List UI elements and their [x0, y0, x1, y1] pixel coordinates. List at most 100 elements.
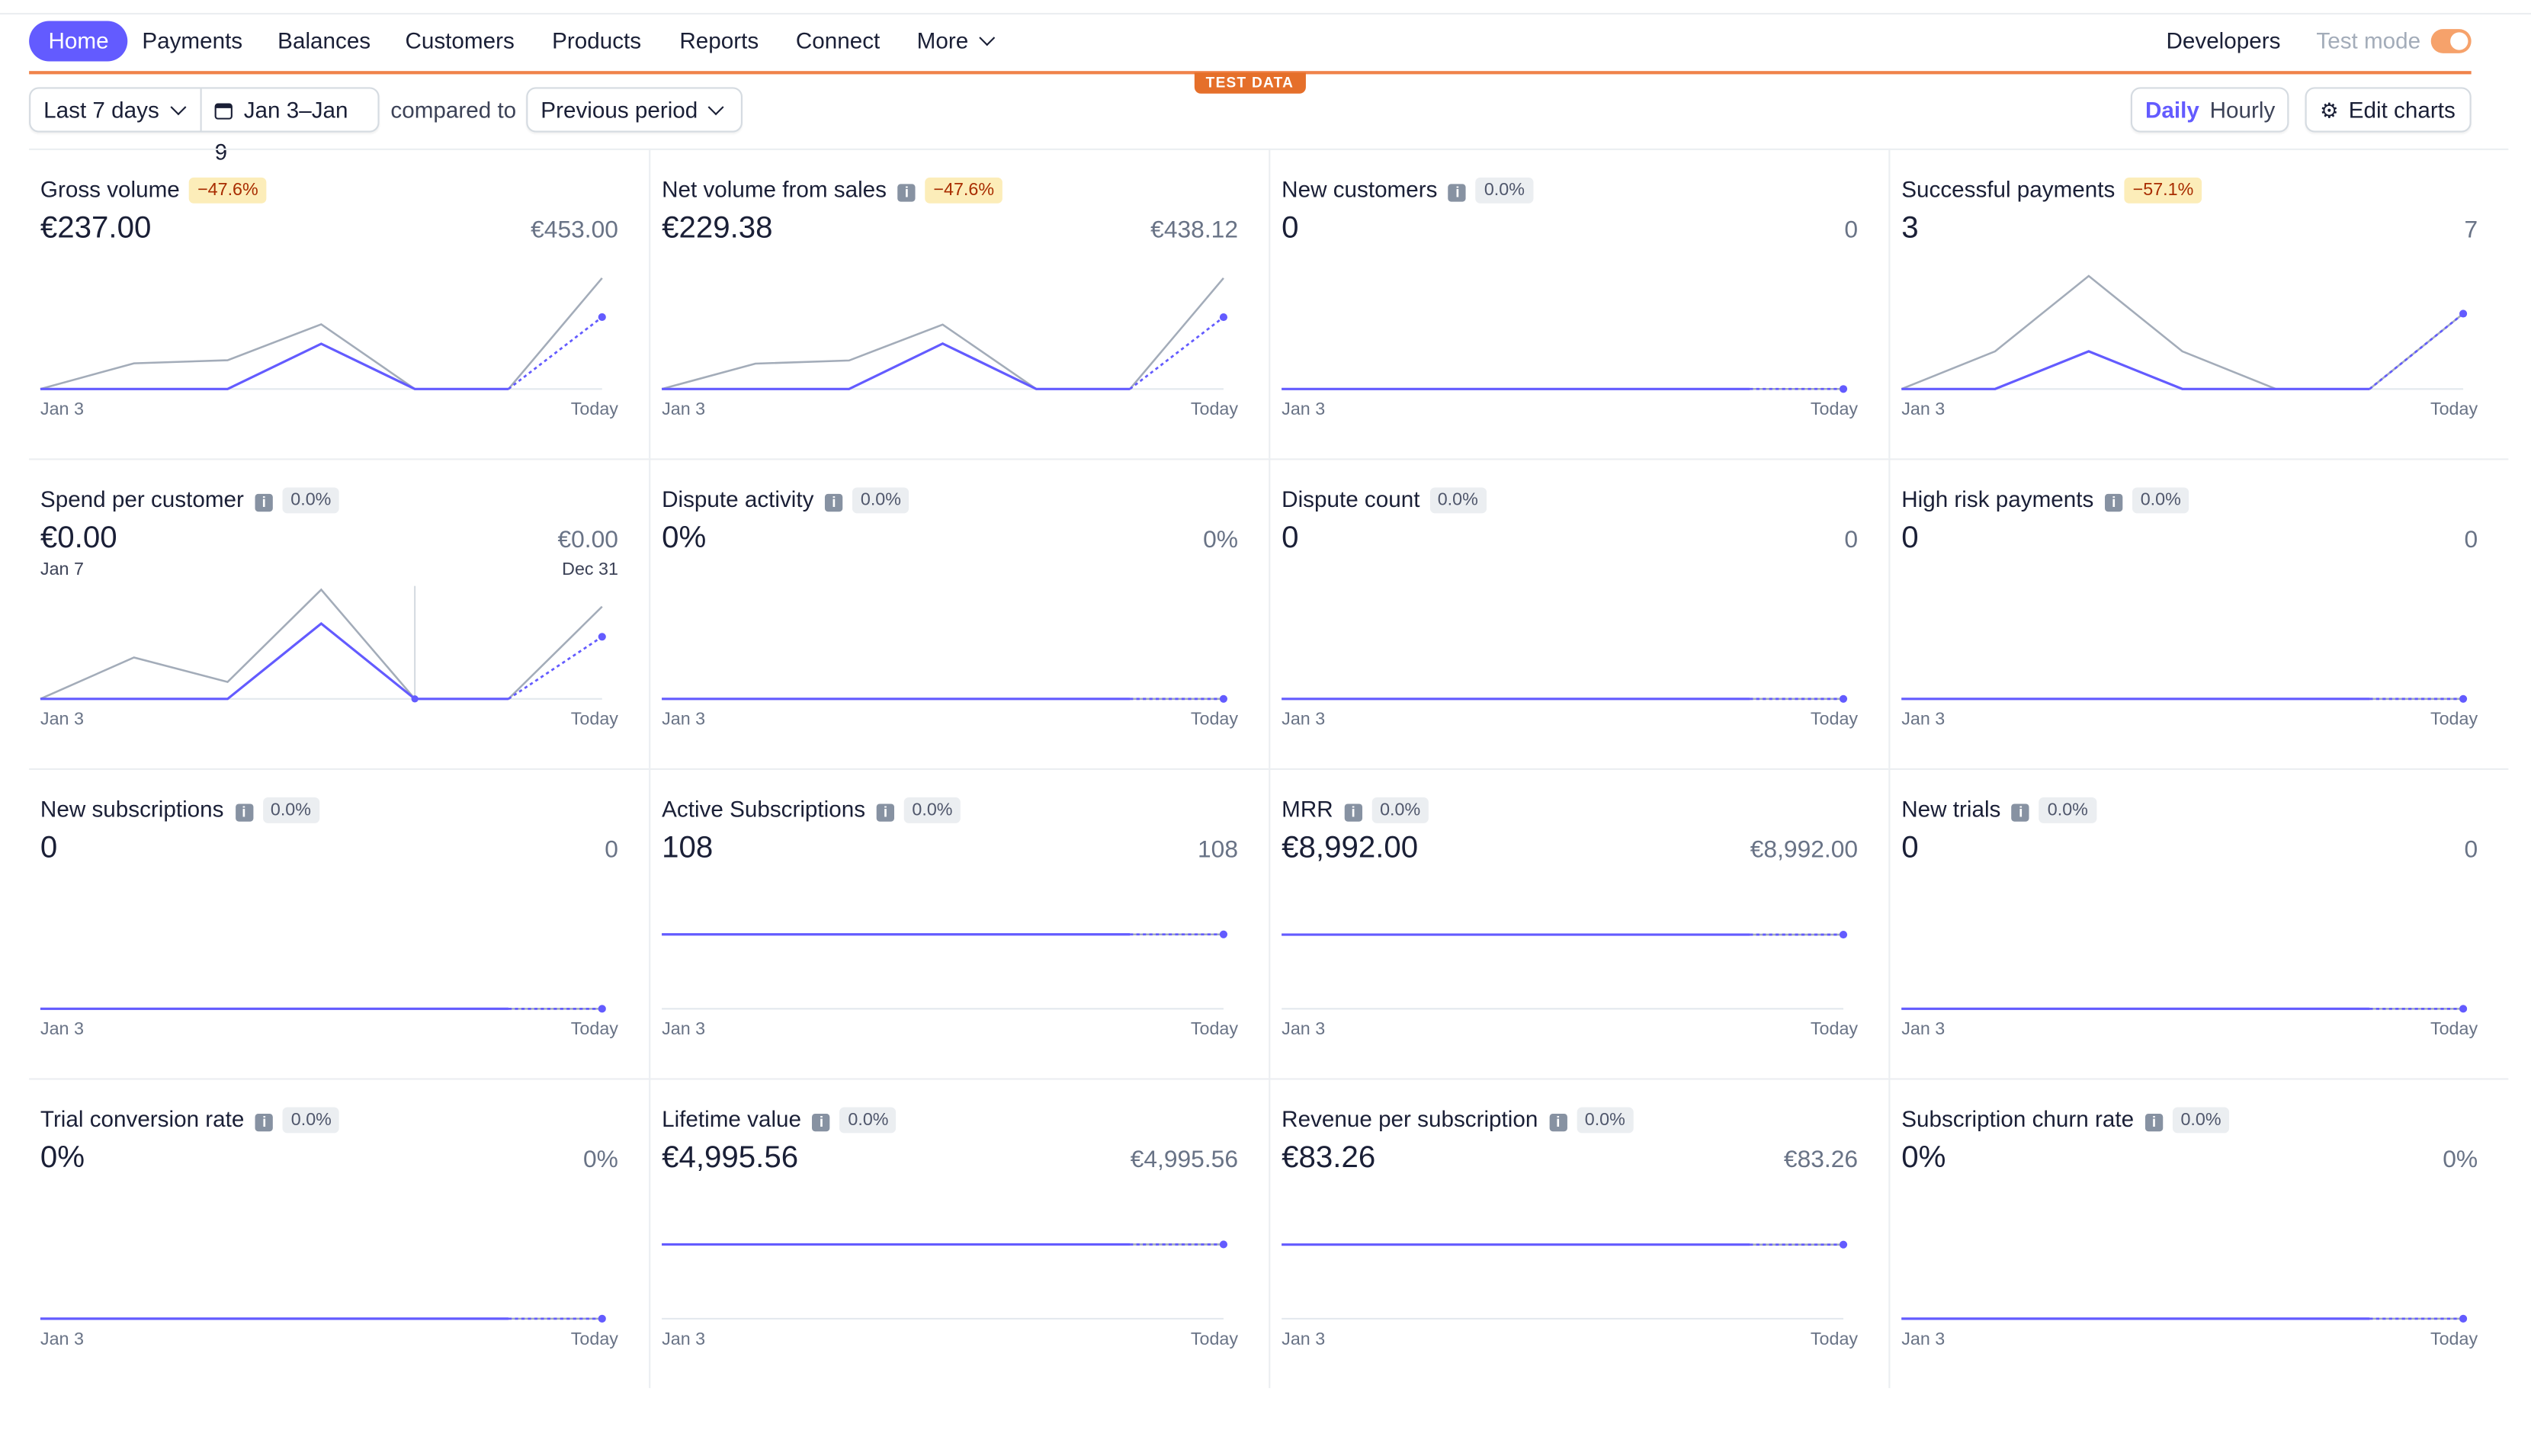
card-title: Lifetime value i 0.0% — [662, 1105, 897, 1134]
metric-card-new-trials[interactable]: New trials i 0.0% 0 0 Jan 3 Today — [1888, 768, 2509, 1079]
line-chart[interactable] — [1282, 1193, 1848, 1335]
info-icon[interactable]: i — [812, 1113, 831, 1132]
change-badge: 0.0% — [2172, 1107, 2230, 1134]
x-axis-end-label: Today — [2430, 1020, 2478, 1040]
line-chart[interactable] — [1901, 263, 2468, 405]
line-chart[interactable] — [1901, 573, 2468, 715]
test-mode-toggle[interactable] — [2430, 29, 2472, 53]
nav-balances[interactable]: Balances — [277, 21, 371, 62]
metric-card-trial-conversion-rate[interactable]: Trial conversion rate i 0.0% 0% 0% Jan 3 Today — [29, 1078, 650, 1388]
nav-customers[interactable]: Customers — [405, 21, 514, 62]
previous-period-line — [1901, 274, 2464, 390]
card-title: Revenue per subscription i 0.0% — [1282, 1105, 1634, 1134]
line-chart[interactable] — [662, 1193, 1228, 1335]
range-select[interactable]: Last 7 days — [30, 88, 196, 130]
nav-home[interactable]: Home — [29, 21, 129, 62]
info-icon[interactable]: i — [897, 184, 916, 202]
nav-more[interactable]: More — [917, 21, 996, 62]
hourly-option[interactable]: Hourly — [2197, 88, 2289, 130]
top-nav: Home Payments Balances Customers Product… — [29, 21, 2472, 75]
edit-charts-button[interactable]: ⚙ Edit charts — [2305, 87, 2472, 133]
line-chart[interactable] — [1282, 573, 1848, 715]
x-axis-end-label: Today — [1810, 1020, 1859, 1040]
metric-card-dispute-activity[interactable]: Dispute activity i 0.0% 0% 0% Jan 3 Today — [649, 458, 1269, 768]
info-icon[interactable]: i — [1549, 1113, 1567, 1132]
line-chart[interactable] — [1901, 883, 2468, 1025]
metric-card-lifetime-value[interactable]: Lifetime value i 0.0% €4,995.56 €4,995.56 Jan… — [649, 1078, 1269, 1388]
line-chart[interactable] — [40, 263, 606, 405]
change-badge: 0.0% — [2132, 487, 2189, 514]
x-axis-start-label: Jan 3 — [662, 1329, 706, 1350]
line-chart[interactable] — [1282, 263, 1848, 405]
edit-charts-label: Edit charts — [2348, 97, 2456, 123]
previous-period-line — [661, 277, 1224, 390]
info-icon[interactable]: i — [1448, 184, 1467, 202]
nav-connect[interactable]: Connect — [796, 21, 880, 62]
metric-card-gross-volume[interactable]: Gross volume −47.6% €237.00 €453.00 Jan 3 Tod… — [29, 148, 650, 459]
x-axis-start-label: Jan 3 — [1901, 1020, 1946, 1040]
current-period-partial-line — [508, 316, 603, 390]
current-period-line — [662, 342, 1131, 390]
chevron-down-icon — [169, 99, 186, 116]
current-period-point — [598, 1005, 606, 1013]
card-title-text: Net volume from sales — [662, 175, 887, 202]
info-icon[interactable]: i — [825, 493, 843, 512]
card-title-text: Dispute activity — [662, 486, 814, 512]
date-picker[interactable]: Jan 3–Jan 9 — [200, 88, 378, 165]
x-axis-end-label: Today — [2430, 400, 2478, 420]
metric-card-dispute-count[interactable]: Dispute count 0.0% 0 0 Jan 3 Today — [1269, 458, 1889, 768]
line-chart[interactable] — [1901, 1193, 2468, 1335]
line-chart[interactable] — [661, 263, 1228, 405]
card-title: New customers i 0.0% — [1282, 176, 1533, 204]
comparison-select[interactable]: Previous period — [526, 87, 743, 133]
metric-card-spend-per-customer[interactable]: Spend per customer i 0.0% €0.00 €0.00 Jan 7 De… — [29, 458, 650, 768]
x-axis-start-label: Jan 3 — [40, 1020, 84, 1040]
metric-card-successful-payments[interactable]: Successful payments −57.1% 3 7 Jan 3 Today — [1888, 148, 2509, 459]
top-border — [0, 0, 2531, 15]
card-title: Dispute activity i 0.0% — [662, 486, 909, 514]
line-chart[interactable] — [40, 573, 606, 715]
info-icon[interactable]: i — [2012, 803, 2030, 822]
metric-card-active-subscriptions[interactable]: Active Subscriptions i 0.0% 108 108 Jan 3 Toda… — [649, 768, 1269, 1079]
date-range-control: Last 7 days Jan 3–Jan 9 — [29, 87, 380, 165]
current-period-point — [1839, 930, 1848, 939]
current-value: €4,995.56 — [662, 1140, 799, 1175]
metric-card-high-risk-payments[interactable]: High risk payments i 0.0% 0 0 Jan 3 Today — [1888, 458, 2509, 768]
info-icon[interactable]: i — [255, 1113, 274, 1132]
change-badge: 0.0% — [903, 797, 961, 823]
nav-payments[interactable]: Payments — [142, 21, 242, 62]
metric-card-new-customers[interactable]: New customers i 0.0% 0 0 Jan 3 Today — [1269, 148, 1889, 459]
card-title-text: Lifetime value — [662, 1105, 802, 1132]
metric-card-revenue-per-subscription[interactable]: Revenue per subscription i 0.0% €83.26 €83.2… — [1269, 1078, 1889, 1388]
metric-card-net-volume-from-sales[interactable]: Net volume from sales i −47.6% €229.38 €438.… — [649, 148, 1269, 459]
metric-card-subscription-churn-rate[interactable]: Subscription churn rate i 0.0% 0% 0% Jan 3 Tod… — [1888, 1078, 2509, 1388]
metric-card-mrr[interactable]: MRR i 0.0% €8,992.00 €8,992.00 Jan 3 Today — [1269, 768, 1889, 1079]
line-chart[interactable] — [662, 883, 1228, 1025]
change-badge: 0.0% — [852, 487, 909, 514]
card-title: High risk payments i 0.0% — [1901, 486, 2189, 514]
nav-developers[interactable]: Developers — [2166, 21, 2280, 62]
x-axis-end-label: Today — [1190, 710, 1239, 730]
line-chart[interactable] — [662, 573, 1228, 715]
current-period-point — [2459, 1314, 2468, 1323]
previous-value: 0% — [2443, 1146, 2478, 1174]
metric-card-new-subscriptions[interactable]: New subscriptions i 0.0% 0 0 Jan 3 Today — [29, 768, 650, 1079]
info-icon[interactable]: i — [1344, 803, 1362, 822]
nav-products[interactable]: Products — [552, 21, 641, 62]
info-icon[interactable]: i — [255, 493, 273, 512]
info-icon[interactable]: i — [2144, 1113, 2164, 1132]
info-icon[interactable]: i — [876, 803, 895, 822]
previous-period-line — [40, 277, 603, 390]
line-chart[interactable] — [40, 1193, 606, 1335]
card-title-text: High risk payments — [1901, 486, 2094, 512]
line-chart[interactable] — [1282, 883, 1848, 1025]
info-icon[interactable]: i — [2105, 493, 2123, 512]
current-value: €229.38 — [662, 211, 773, 245]
x-axis-end-label: Today — [2430, 1329, 2478, 1350]
line-chart[interactable] — [40, 883, 606, 1025]
card-title-text: Successful payments — [1901, 175, 2116, 202]
info-icon[interactable]: i — [235, 803, 253, 822]
nav-reports[interactable]: Reports — [679, 21, 759, 62]
previous-value: €83.26 — [1783, 1146, 1859, 1174]
change-badge: 0.0% — [2039, 797, 2096, 823]
